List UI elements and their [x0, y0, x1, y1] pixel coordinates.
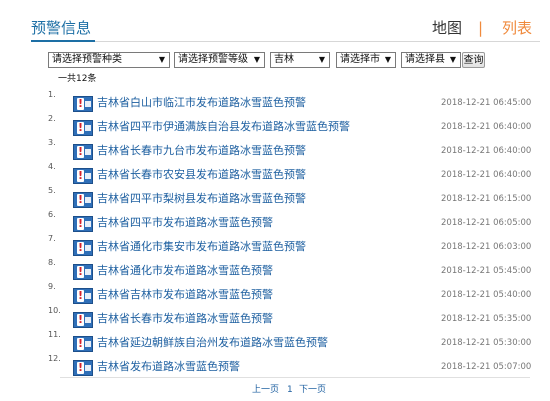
list-item: 11. 吉林省延边朝鲜族自治州发布道路冰雪蓝色预警 2018-12-21 05:…	[0, 330, 550, 354]
list-item: 2. 吉林省四平市伊通满族自治县发布道路冰雪蓝色预警 2018-12-21 06…	[0, 114, 550, 138]
blue-warning-icon[interactable]	[73, 240, 93, 256]
list-item: 1. 吉林省白山市临江市发布道路冰雪蓝色预警 2018-12-21 06:45:…	[0, 90, 550, 114]
province-select-label: 吉林	[274, 54, 294, 65]
item-index: 12.	[48, 354, 61, 363]
item-index: 11.	[48, 330, 61, 339]
item-index: 4.	[48, 162, 56, 171]
blue-warning-icon[interactable]	[73, 216, 93, 232]
item-index: 7.	[48, 234, 56, 243]
alert-time: 2018-12-21 06:40:00	[441, 170, 532, 180]
blue-warning-icon[interactable]	[73, 96, 93, 112]
county-select-label: 请选择县	[405, 54, 445, 65]
alert-level-select[interactable]: 请选择预警等级 ▼	[174, 52, 265, 68]
alert-time: 2018-12-21 06:15:00	[441, 194, 532, 204]
item-index: 8.	[48, 258, 56, 267]
alert-title-link[interactable]: 吉林省白山市临江市发布道路冰雪蓝色预警	[97, 96, 306, 110]
alert-time: 2018-12-21 06:40:00	[441, 146, 532, 156]
pagination: 上一页 1 下一页	[0, 384, 550, 396]
page-title: 预警信息	[31, 19, 92, 37]
list-item: 6. 吉林省四平市发布道路冰雪蓝色预警 2018-12-21 06:05:00	[0, 210, 550, 234]
blue-warning-icon[interactable]	[73, 264, 93, 280]
alert-type-select-label: 请选择预警种类	[52, 54, 122, 65]
header-accent-line	[31, 40, 95, 42]
alert-time: 2018-12-21 06:05:00	[441, 218, 532, 228]
alert-title-link[interactable]: 吉林省四平市伊通满族自治县发布道路冰雪蓝色预警	[97, 120, 350, 134]
list-item: 3. 吉林省长春市九台市发布道路冰雪蓝色预警 2018-12-21 06:40:…	[0, 138, 550, 162]
page-number-link[interactable]: 1	[287, 384, 293, 396]
alert-time: 2018-12-21 06:45:00	[441, 98, 532, 108]
list-item: 9. 吉林省吉林市发布道路冰雪蓝色预警 2018-12-21 05:40:00	[0, 282, 550, 306]
item-index: 1.	[48, 90, 56, 99]
item-index: 10.	[48, 306, 61, 315]
list-item: 4. 吉林省长春市农安县发布道路冰雪蓝色预警 2018-12-21 06:40:…	[0, 162, 550, 186]
alert-time: 2018-12-21 05:45:00	[441, 266, 532, 276]
alert-time: 2018-12-21 05:07:00	[441, 362, 532, 372]
list-item: 8. 吉林省通化市发布道路冰雪蓝色预警 2018-12-21 05:45:00	[0, 258, 550, 282]
alert-time: 2018-12-21 06:03:00	[441, 242, 532, 252]
blue-warning-icon[interactable]	[73, 336, 93, 352]
item-index: 2.	[48, 114, 56, 123]
list-bottom-divider	[60, 377, 530, 378]
alert-title-link[interactable]: 吉林省长春市农安县发布道路冰雪蓝色预警	[97, 168, 306, 182]
alert-title-link[interactable]: 吉林省四平市梨树县发布道路冰雪蓝色预警	[97, 192, 306, 206]
province-select[interactable]: 吉林 ▼	[270, 52, 330, 68]
next-page-link[interactable]: 下一页	[299, 384, 326, 396]
tab-map[interactable]: 地图	[432, 18, 462, 38]
list-item: 12. 吉林省发布道路冰雪蓝色预警 2018-12-21 05:07:00	[0, 354, 550, 378]
blue-warning-icon[interactable]	[73, 168, 93, 184]
header-divider	[31, 41, 540, 42]
chevron-down-icon: ▼	[318, 55, 325, 64]
alert-title-link[interactable]: 吉林省发布道路冰雪蓝色预警	[97, 360, 240, 374]
list-item: 7. 吉林省通化市集安市发布道路冰雪蓝色预警 2018-12-21 06:03:…	[0, 234, 550, 258]
total-count: 一共12条	[58, 74, 97, 84]
alert-title-link[interactable]: 吉林省长春市发布道路冰雪蓝色预警	[97, 312, 273, 326]
list-item: 5. 吉林省四平市梨树县发布道路冰雪蓝色预警 2018-12-21 06:15:…	[0, 186, 550, 210]
item-index: 5.	[48, 186, 56, 195]
prev-page-link[interactable]: 上一页	[252, 384, 279, 396]
blue-warning-icon[interactable]	[73, 288, 93, 304]
alert-time: 2018-12-21 05:40:00	[441, 290, 532, 300]
blue-warning-icon[interactable]	[73, 192, 93, 208]
blue-warning-icon[interactable]	[73, 312, 93, 328]
alert-time: 2018-12-21 05:35:00	[441, 314, 532, 324]
tab-separator: |	[478, 19, 484, 37]
chevron-down-icon: ▼	[253, 55, 260, 64]
tab-list[interactable]: 列表	[502, 18, 532, 38]
list-item: 10. 吉林省长春市发布道路冰雪蓝色预警 2018-12-21 05:35:00	[0, 306, 550, 330]
alert-title-link[interactable]: 吉林省吉林市发布道路冰雪蓝色预警	[97, 288, 273, 302]
header: 预警信息 地图 | 列表	[0, 0, 550, 40]
alert-level-select-label: 请选择预警等级	[178, 54, 248, 65]
alert-type-select[interactable]: 请选择预警种类 ▼	[48, 52, 170, 68]
item-index: 3.	[48, 138, 56, 147]
alert-title-link[interactable]: 吉林省延边朝鲜族自治州发布道路冰雪蓝色预警	[97, 336, 328, 350]
query-button[interactable]: 查询	[462, 52, 485, 68]
city-select-label: 请选择市	[340, 54, 380, 65]
chevron-down-icon: ▼	[449, 55, 456, 64]
item-index: 6.	[48, 210, 56, 219]
alert-title-link[interactable]: 吉林省通化市集安市发布道路冰雪蓝色预警	[97, 240, 306, 254]
county-select[interactable]: 请选择县 ▼	[401, 52, 461, 68]
alert-title-link[interactable]: 吉林省通化市发布道路冰雪蓝色预警	[97, 264, 273, 278]
chevron-down-icon: ▼	[384, 55, 391, 64]
alert-time: 2018-12-21 05:30:00	[441, 338, 532, 348]
alert-title-link[interactable]: 吉林省长春市九台市发布道路冰雪蓝色预警	[97, 144, 306, 158]
alert-time: 2018-12-21 06:40:00	[441, 122, 532, 132]
city-select[interactable]: 请选择市 ▼	[336, 52, 396, 68]
item-index: 9.	[48, 282, 56, 291]
alert-title-link[interactable]: 吉林省四平市发布道路冰雪蓝色预警	[97, 216, 273, 230]
blue-warning-icon[interactable]	[73, 120, 93, 136]
blue-warning-icon[interactable]	[73, 144, 93, 160]
blue-warning-icon[interactable]	[73, 360, 93, 376]
chevron-down-icon: ▼	[158, 55, 165, 64]
